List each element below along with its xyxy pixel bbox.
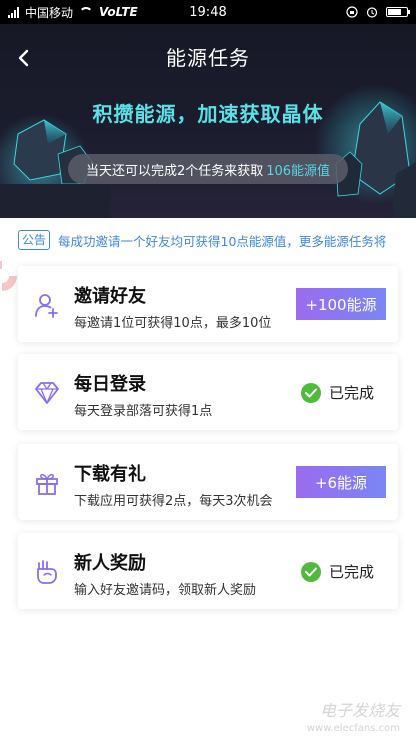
remaining-tasks-info: 当天还可以完成2个任务来获取 106能源值	[68, 154, 348, 184]
completed-status: 已完成	[300, 561, 374, 582]
announcement-tag: 公告	[18, 230, 51, 250]
claim-reward-button[interactable]: +6能源	[296, 466, 386, 498]
watermark-url: www.elecfans.com	[306, 723, 400, 734]
task-card-daily-login: 每日登录 每天登录部落可获得1点 已完成	[18, 354, 398, 430]
network-label: VoLTE	[99, 5, 138, 19]
battery-icon	[386, 7, 410, 17]
task-card-newcomer-reward: 新人奖励 输入好友邀请码，领取新人奖励 已完成	[18, 533, 398, 609]
handshake-icon	[37, 560, 57, 584]
page-title: 能源任务	[166, 46, 250, 70]
claim-reward-button[interactable]: +100能源	[296, 288, 386, 320]
add-user-icon	[35, 294, 58, 318]
task-description: 下载应用可获得2点，每天3次机会	[74, 494, 273, 509]
task-title: 每日登录	[74, 374, 146, 395]
gift-icon	[36, 473, 58, 495]
signal-icon	[8, 6, 19, 18]
checkmark-icon	[300, 382, 321, 403]
status-left: 中国移动 VoLTE	[8, 4, 138, 21]
watermark-brand: 电子发烧友	[319, 701, 400, 720]
wifi-icon	[79, 7, 94, 17]
task-card-download-gift: 下载有礼 下载应用可获得2点，每天3次机会 +6能源	[18, 444, 398, 520]
announcement-text: 每成功邀请一个好友均可获得10点能源值，更多能源任务将	[58, 233, 387, 249]
completed-status: 已完成	[300, 382, 374, 403]
task-title: 邀请好友	[74, 286, 146, 307]
task-title: 下载有礼	[74, 464, 146, 485]
watermark: 电子发烧友 www.elecfans.com	[307, 697, 400, 734]
hero-banner: 能源任务 积攒能源，加速获取晶体 当天还可以完成2个任务来获取 106能源值	[0, 24, 416, 218]
rotation-lock-icon	[346, 6, 358, 18]
diamond-icon	[35, 382, 59, 404]
completed-label: 已完成	[328, 384, 374, 402]
energy-value-highlight: 106能源值	[266, 163, 331, 179]
task-card-invite-friends: 邀请好友 每邀请1位可获得10点，最多10位 +100能源	[18, 266, 398, 342]
task-title: 新人奖励	[74, 553, 146, 574]
checkmark-icon	[300, 561, 321, 582]
completed-label: 已完成	[328, 563, 374, 581]
announcement-bar[interactable]: 公告 每成功邀请一个好友均可获得10点能源值，更多能源任务将	[0, 228, 416, 252]
status-right	[346, 6, 410, 18]
task-description: 每天登录部落可获得1点	[74, 404, 213, 419]
status-bar: 中国移动 VoLTE 19:48	[0, 0, 416, 24]
alarm-icon	[366, 7, 378, 18]
task-description: 输入好友邀请码，领取新人奖励	[74, 583, 257, 598]
task-description: 每邀请1位可获得10点，最多10位	[74, 316, 272, 331]
remaining-tasks-text: 当天还可以完成2个任务来获取	[85, 163, 264, 179]
hero-slogan: 积攒能源，加速获取晶体	[92, 102, 324, 126]
carrier-label: 中国移动	[25, 5, 74, 20]
